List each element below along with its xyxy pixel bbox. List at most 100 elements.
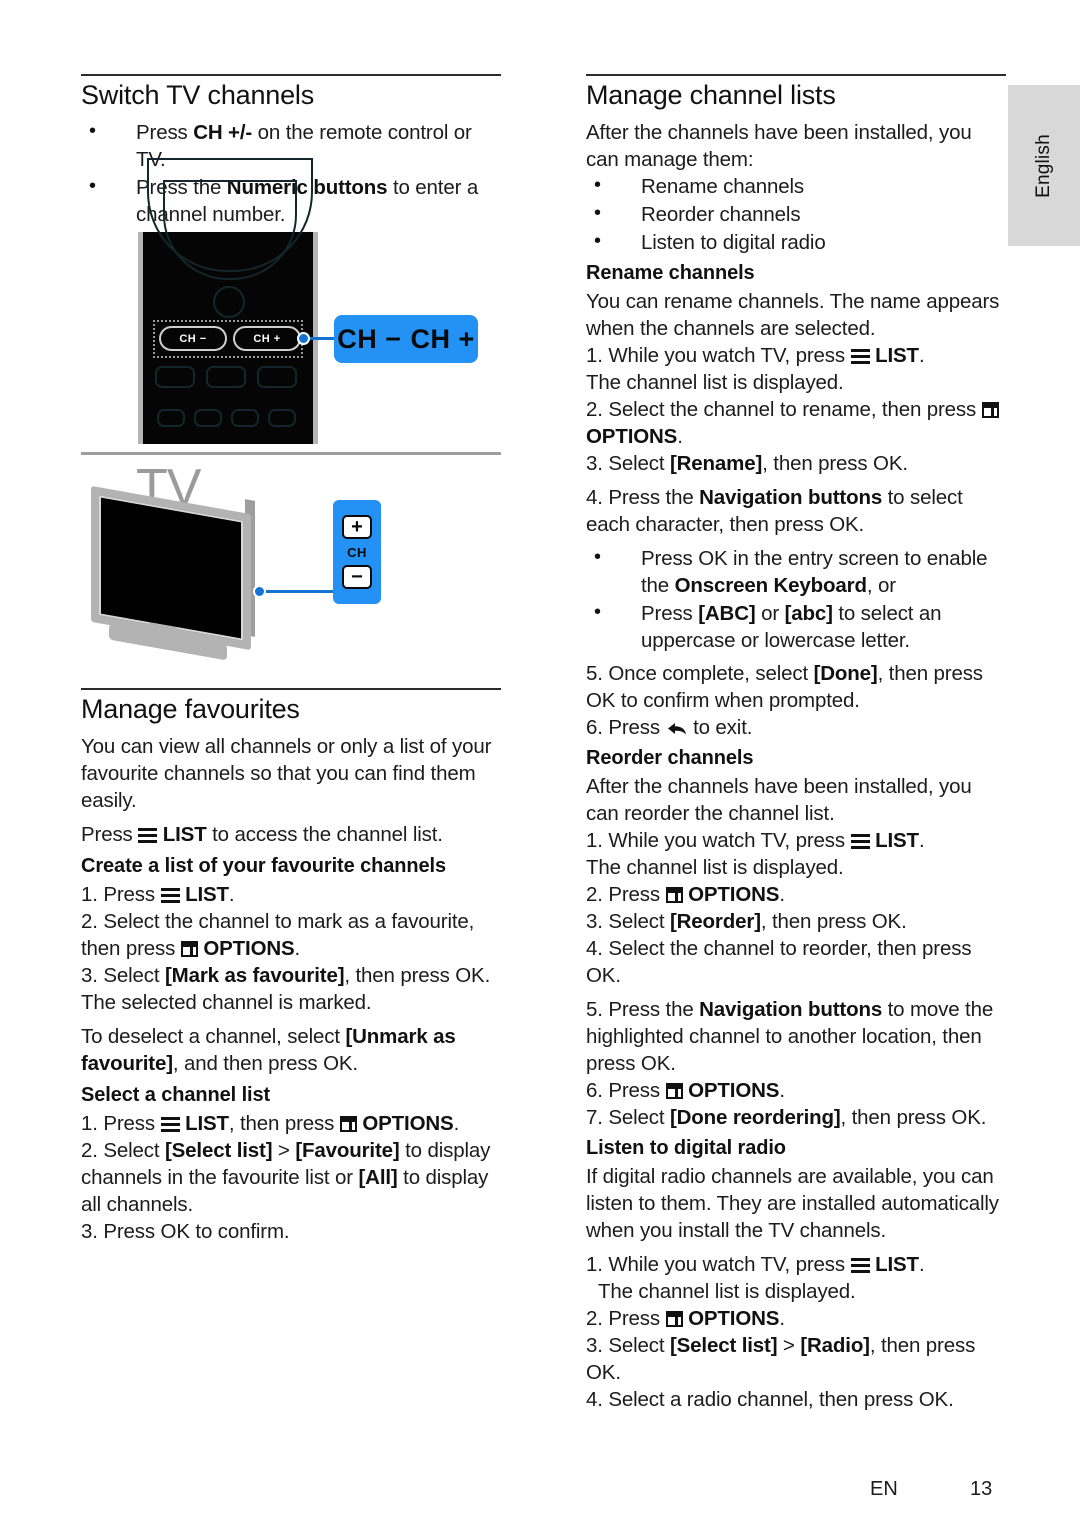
callout-ch-plus-label: CH +: [410, 323, 475, 354]
footer-locale: EN: [870, 1478, 898, 1500]
text-post: .: [677, 425, 683, 448]
menu-item-label: [Radio]: [800, 1334, 870, 1357]
text: 1. While you watch TV, press: [586, 829, 851, 852]
rename-step-2: 2. Select the channel to rename, then pr…: [586, 396, 1006, 450]
page-title-manage-channel-lists: Manage channel lists: [586, 80, 836, 110]
reorder-step-5: 5. Press the Navigation buttons to move …: [586, 996, 1006, 1077]
reorder-step-1: 1. While you watch TV, press LIST.: [586, 827, 1006, 854]
figure-remote-control: CH − CH + CH − CH +: [81, 158, 501, 446]
text-post: , then press OK.: [840, 1106, 987, 1129]
rename-step-4: 4. Press the Navigation buttons to selec…: [586, 484, 1006, 538]
select-list-step-2: 2. Select [Select list] > [Favourite] to…: [81, 1137, 501, 1218]
press-list-instruction: Press LIST to access the channel list.: [81, 821, 501, 848]
text: 7. Select: [586, 1106, 670, 1129]
list-label: LIST: [875, 1253, 919, 1276]
menu-item-label: [abc]: [784, 602, 833, 625]
menu-item-label: [Done reordering]: [669, 1106, 841, 1129]
menu-item-label: [Select list]: [669, 1334, 778, 1357]
text: 2. Press: [586, 883, 666, 906]
rename-step-6: 6. Press to exit.: [586, 714, 1006, 741]
list-item: Rename channels: [586, 172, 1006, 200]
bold-term: Navigation buttons: [699, 486, 883, 509]
reorder-intro: After the channels have been installed, …: [586, 775, 972, 825]
text-post: , then press OK.: [760, 910, 907, 933]
reorder-step-6: 6. Press OPTIONS.: [586, 1077, 1006, 1104]
reorder-step-7: 7. Select [Done reordering], then press …: [586, 1104, 1006, 1131]
text: 2. Press: [586, 1307, 666, 1330]
menu-item-label: [Favourite]: [295, 1139, 400, 1162]
menu-item-label: [Mark as favourite]: [164, 964, 345, 987]
list-item: Listen to digital radio: [586, 228, 1006, 256]
options-icon: [180, 941, 198, 957]
rename-step-1: 1. While you watch TV, press LIST.: [586, 342, 1006, 369]
text: 2. Select the channel to rename, then pr…: [586, 398, 982, 421]
list-icon: [850, 834, 870, 849]
figure-tv: TV + CH −: [81, 462, 501, 672]
remote-button: [157, 409, 185, 427]
bold-term: Onscreen Keyboard: [674, 574, 867, 597]
text-mid: >: [272, 1139, 296, 1162]
text-post: .: [294, 937, 301, 960]
callout-tv-ch-keys: + CH −: [333, 500, 381, 604]
reorder-step-1-note: The channel list is displayed.: [586, 856, 844, 879]
remote-ch-plus-button: CH +: [233, 326, 301, 351]
text: 2. Select: [81, 1139, 165, 1162]
text-mid: , then press: [228, 1112, 340, 1135]
radio-step-1: 1. While you watch TV, press LIST.: [586, 1251, 1006, 1278]
options-icon: [339, 1116, 357, 1132]
figure-separator: [81, 452, 501, 455]
section-rule: [586, 74, 1006, 76]
text: 6. Press: [586, 716, 666, 739]
back-icon: [666, 717, 688, 735]
right-column: Manage channel lists After the channels …: [586, 74, 1006, 1420]
list-item: Reorder channels: [586, 200, 1006, 228]
remote-decor-arc-inner: [163, 180, 297, 280]
callout-connector: [263, 590, 335, 593]
list-icon: [850, 1258, 870, 1273]
text-post: .: [453, 1112, 460, 1135]
tv-ch-plus-key: +: [342, 515, 372, 539]
section-rule: [81, 74, 501, 76]
section-rule: [81, 688, 501, 690]
select-list-step-3: 3. Press OK to confirm.: [81, 1220, 290, 1243]
list-item: Press OK in the entry screen to enable t…: [586, 544, 1006, 599]
rename-step-3: 3. Select [Rename], then press OK.: [586, 450, 1006, 477]
subheading-rename-channels: Rename channels: [586, 262, 755, 284]
page-title-manage-favourites: Manage favourites: [81, 694, 300, 724]
text: 3. Select: [586, 452, 670, 475]
text-post: .: [228, 883, 235, 906]
remote-button: [155, 366, 195, 388]
manage-lists-bullets: Rename channels Reorder channels Listen …: [586, 172, 1006, 256]
text-post: , then press OK.: [762, 452, 908, 475]
text-post: .: [779, 883, 785, 906]
language-tab-label: English: [1033, 133, 1054, 198]
options-icon: [665, 887, 683, 903]
bold-term: Navigation buttons: [699, 998, 883, 1021]
text-post: to access the channel list.: [206, 823, 443, 846]
options-icon: [665, 1311, 683, 1327]
fav-deselect-note: To deselect a channel, select [Unmark as…: [81, 1023, 501, 1077]
manage-lists-intro: After the channels have been installed, …: [586, 121, 972, 171]
options-icon: [665, 1083, 683, 1099]
reorder-step-4: 4. Select the channel to reorder, then p…: [586, 937, 972, 987]
text-mid: >: [777, 1334, 801, 1357]
subheading-reorder-channels: Reorder channels: [586, 747, 754, 769]
callout-anchor-dot: [253, 585, 266, 598]
options-label: OPTIONS: [362, 1112, 454, 1135]
subheading-create-favourite-list: Create a list of your favourite channels: [81, 855, 446, 877]
text-post: , or: [866, 574, 896, 597]
tv-screen: [99, 495, 243, 641]
radio-step-2: 2. Press OPTIONS.: [586, 1305, 1006, 1332]
callout-anchor-dot: [297, 332, 310, 345]
list-icon: [160, 1117, 180, 1132]
text-post: .: [918, 344, 925, 367]
options-label: OPTIONS: [688, 883, 780, 906]
text-post: .: [918, 829, 925, 852]
remote-button: [231, 409, 259, 427]
menu-item-label: [All]: [358, 1166, 398, 1189]
list-icon: [850, 349, 870, 364]
text: 5. Once complete, select: [586, 662, 814, 685]
options-label: OPTIONS: [203, 937, 295, 960]
footer-page-number: 13: [970, 1478, 993, 1500]
text-post: .: [779, 1079, 785, 1102]
